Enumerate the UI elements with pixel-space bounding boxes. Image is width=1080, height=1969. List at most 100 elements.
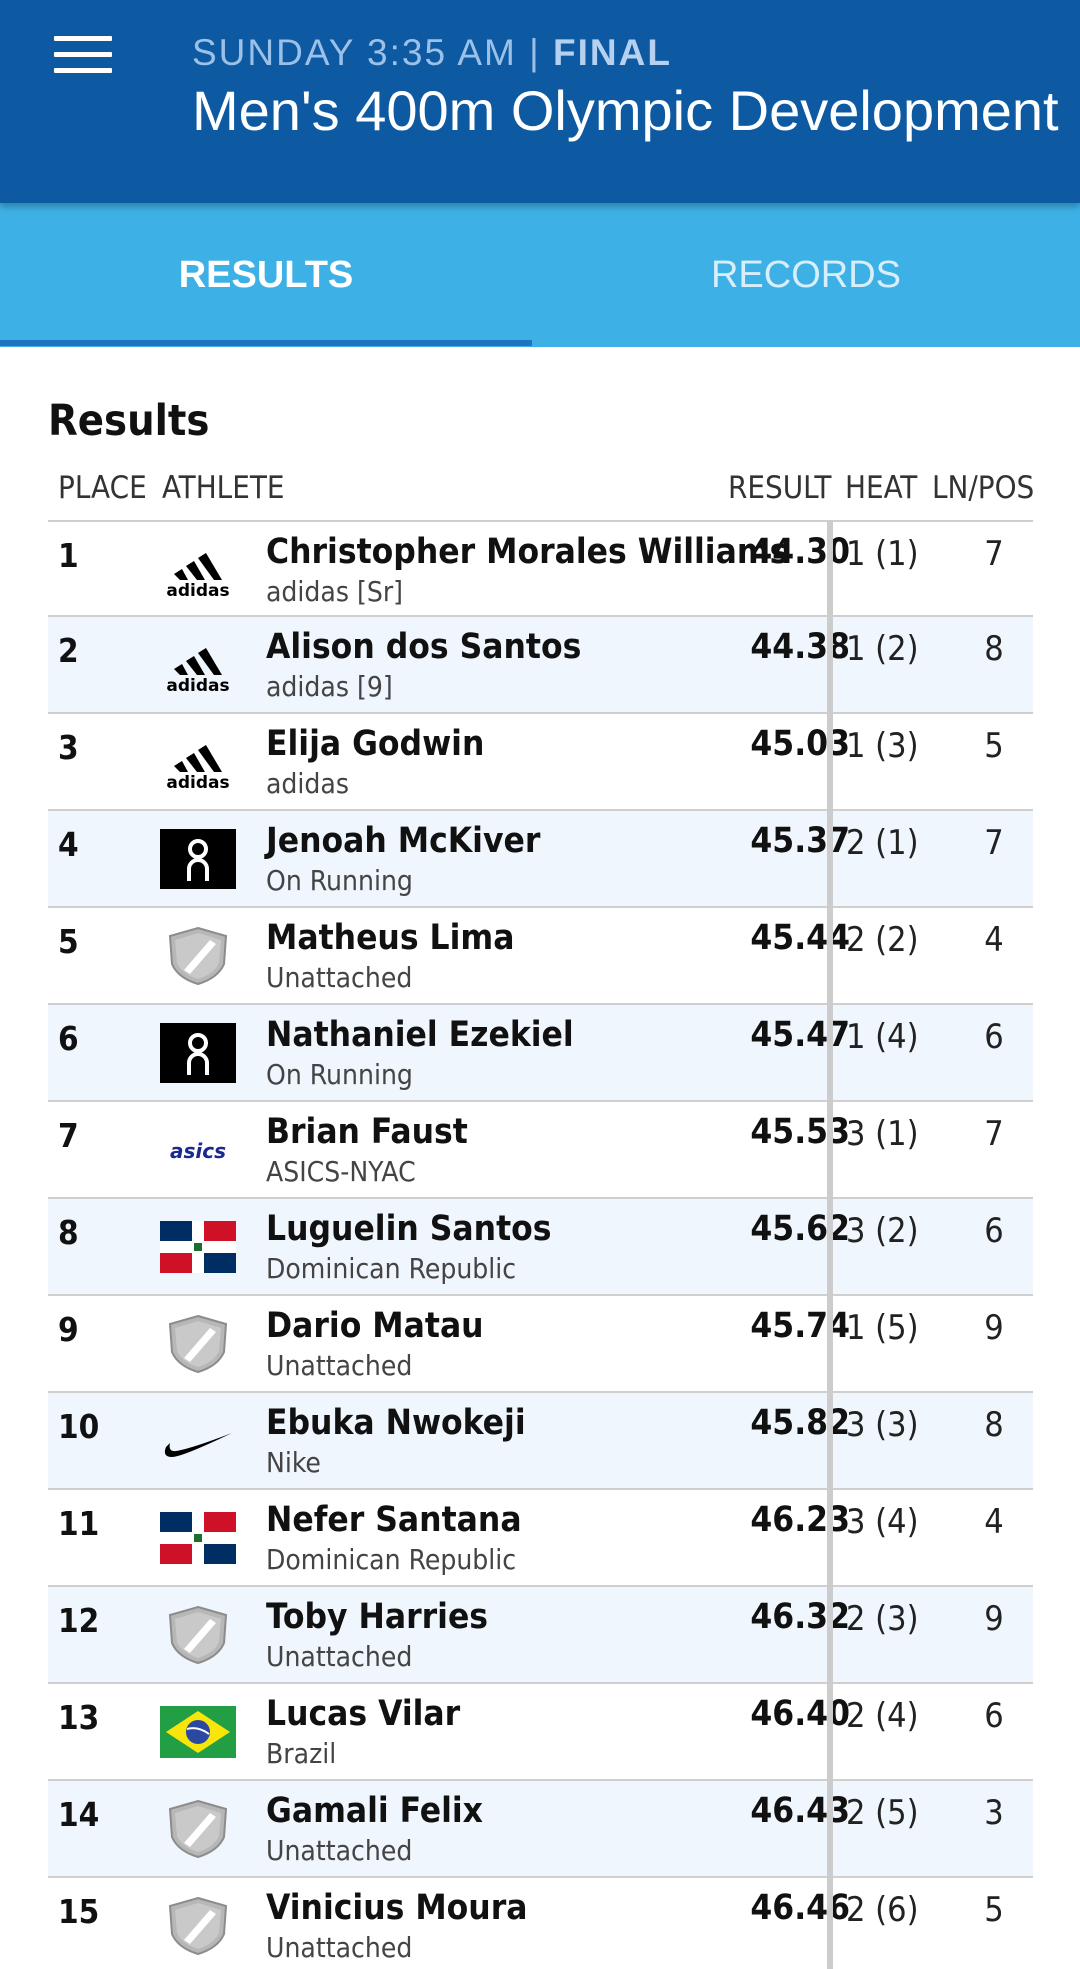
table-row[interactable]: 4 Jenoah McKiver On Running 45.37 2 (1) 7 bbox=[48, 811, 1033, 908]
svg-text:adidas: adidas bbox=[166, 581, 229, 600]
athlete-team: ASICS-NYAC bbox=[266, 1155, 416, 1188]
heat-cell: 3 (3) bbox=[846, 1405, 919, 1445]
table-row[interactable]: 12 Toby Harries Unattached 46.32 2 (3) 9 bbox=[48, 1587, 1033, 1684]
table-row[interactable]: 14 Gamali Felix Unattached 46.43 2 (5) 3 bbox=[48, 1781, 1033, 1878]
athlete-name[interactable]: Nefer Santana bbox=[266, 1500, 522, 1540]
athlete-name[interactable]: Christopher Morales Williams bbox=[266, 532, 788, 572]
lnpos-cell: 4 bbox=[984, 920, 1004, 960]
adidas-logo-icon: adidas bbox=[160, 540, 236, 600]
tab-results[interactable]: RESULTS bbox=[0, 203, 532, 347]
unattached-shield-icon bbox=[160, 1799, 236, 1859]
heat-cell: 2 (2) bbox=[846, 920, 919, 960]
lnpos-cell: 9 bbox=[984, 1308, 1004, 1348]
event-status: FINAL bbox=[553, 32, 672, 73]
athlete-team: adidas bbox=[266, 767, 349, 800]
heat-cell: 2 (5) bbox=[846, 1793, 919, 1833]
athlete-team: Unattached bbox=[266, 1349, 413, 1382]
athlete-name[interactable]: Jenoah McKiver bbox=[266, 821, 540, 861]
tab-records[interactable]: RECORDS bbox=[540, 203, 1072, 347]
athlete-name[interactable]: Luguelin Santos bbox=[266, 1209, 552, 1249]
lnpos-cell: 5 bbox=[984, 1890, 1004, 1930]
heat-cell: 3 (1) bbox=[846, 1114, 919, 1154]
column-header-heat: HEAT bbox=[845, 470, 918, 506]
athlete-name[interactable]: Matheus Lima bbox=[266, 918, 514, 958]
athlete-name[interactable]: Brian Faust bbox=[266, 1112, 468, 1152]
athlete-team: Unattached bbox=[266, 1931, 413, 1964]
athlete-name[interactable]: Alison dos Santos bbox=[266, 627, 581, 667]
table-row[interactable]: 13 Lucas Vilar Brazil 46.40 2 (4) 6 bbox=[48, 1684, 1033, 1781]
table-row[interactable]: 3 adidas Elija Godwin adidas 45.03 1 (3) 5 bbox=[48, 714, 1033, 811]
place-cell: 6 bbox=[58, 1019, 79, 1058]
heat-cell: 1 (3) bbox=[846, 726, 919, 766]
heat-cell: 1 (1) bbox=[846, 534, 919, 574]
table-row[interactable]: 11 Nefer Santana Dominican Republic 46.23 3 … bbox=[48, 1490, 1033, 1587]
athlete-name[interactable]: Elija Godwin bbox=[266, 724, 484, 764]
lnpos-cell: 4 bbox=[984, 1502, 1004, 1542]
lnpos-cell: 8 bbox=[984, 1405, 1004, 1445]
place-cell: 5 bbox=[58, 922, 79, 961]
on-running-logo-icon bbox=[160, 829, 236, 889]
athlete-name[interactable]: Ebuka Nwokeji bbox=[266, 1403, 526, 1443]
app-header: SUNDAY 3:35 AM | FINAL Men's 400m Olympi… bbox=[0, 0, 1080, 203]
table-row[interactable]: 8 Luguelin Santos Dominican Republic 45.62 3… bbox=[48, 1199, 1033, 1296]
column-header-result: RESULT bbox=[728, 470, 832, 506]
table-row[interactable]: 9 Dario Matau Unattached 45.74 1 (5) 9 bbox=[48, 1296, 1033, 1393]
lnpos-cell: 6 bbox=[984, 1017, 1004, 1057]
athlete-name[interactable]: Vinicius Moura bbox=[266, 1888, 528, 1928]
place-cell: 2 bbox=[58, 631, 79, 670]
athlete-name[interactable]: Dario Matau bbox=[266, 1306, 484, 1346]
lnpos-cell: 9 bbox=[984, 1599, 1004, 1639]
athlete-team: Unattached bbox=[266, 1640, 413, 1673]
column-header-athlete: ATHLETE bbox=[162, 470, 285, 506]
athlete-name[interactable]: Nathaniel Ezekiel bbox=[266, 1015, 574, 1055]
place-cell: 12 bbox=[58, 1601, 100, 1640]
athlete-team: Dominican Republic bbox=[266, 1543, 517, 1576]
unattached-shield-icon bbox=[160, 926, 236, 986]
dominican-flag-icon bbox=[160, 1217, 236, 1277]
heat-cell: 1 (2) bbox=[846, 629, 919, 669]
heat-cell: 3 (4) bbox=[846, 1502, 919, 1542]
table-row[interactable]: 10 Ebuka Nwokeji Nike 45.82 3 (3) 8 bbox=[48, 1393, 1033, 1490]
section-title: Results bbox=[48, 396, 210, 446]
place-cell: 15 bbox=[58, 1892, 100, 1931]
table-row[interactable]: 5 Matheus Lima Unattached 45.44 2 (2) 4 bbox=[48, 908, 1033, 1005]
lnpos-cell: 5 bbox=[984, 726, 1004, 766]
unattached-shield-icon bbox=[160, 1314, 236, 1374]
place-cell: 13 bbox=[58, 1698, 100, 1737]
athlete-name[interactable]: Toby Harries bbox=[266, 1597, 488, 1637]
event-status-line: SUNDAY 3:35 AM | FINAL bbox=[192, 32, 672, 74]
column-header-lnpos: LN/POS bbox=[932, 470, 1035, 506]
adidas-logo-icon: adidas bbox=[160, 635, 236, 695]
place-cell: 9 bbox=[58, 1310, 79, 1349]
athlete-team: On Running bbox=[266, 864, 413, 897]
svg-text:adidas: adidas bbox=[166, 773, 229, 792]
heat-cell: 2 (1) bbox=[846, 823, 919, 863]
athlete-team: Unattached bbox=[266, 1834, 413, 1867]
table-row[interactable]: 2 adidas Alison dos Santos adidas [9] 44.38 1… bbox=[48, 617, 1033, 714]
table-row[interactable]: 7 asics Brian Faust ASICS-NYAC 45.53 3 (1) 7 bbox=[48, 1102, 1033, 1199]
athlete-team: Unattached bbox=[266, 961, 413, 994]
unattached-shield-icon bbox=[160, 1896, 236, 1956]
brazil-flag-icon bbox=[160, 1702, 236, 1762]
lnpos-cell: 7 bbox=[984, 534, 1004, 574]
athlete-team: Dominican Republic bbox=[266, 1252, 517, 1285]
hamburger-menu-icon[interactable] bbox=[54, 34, 112, 78]
event-day-time: SUNDAY 3:35 AM bbox=[192, 32, 517, 73]
table-row[interactable]: 1 adidas Christopher Morales Williams adida… bbox=[48, 520, 1033, 617]
place-cell: 1 bbox=[58, 536, 79, 575]
table-row[interactable]: 15 Vinicius Moura Unattached 46.46 2 (6) 5 bbox=[48, 1878, 1033, 1969]
heat-cell: 1 (4) bbox=[846, 1017, 919, 1057]
athlete-team: adidas [Sr] bbox=[266, 575, 403, 608]
column-divider bbox=[827, 520, 833, 1969]
lnpos-cell: 6 bbox=[984, 1696, 1004, 1736]
athlete-name[interactable]: Gamali Felix bbox=[266, 1791, 483, 1831]
athlete-team: adidas [9] bbox=[266, 670, 393, 703]
table-row[interactable]: 6 Nathaniel Ezekiel On Running 45.47 1 (4) 6 bbox=[48, 1005, 1033, 1102]
status-separator: | bbox=[516, 32, 553, 73]
athlete-team: Brazil bbox=[266, 1737, 337, 1770]
on-running-logo-icon bbox=[160, 1023, 236, 1083]
place-cell: 7 bbox=[58, 1116, 79, 1155]
svg-text:adidas: adidas bbox=[166, 676, 229, 695]
lnpos-cell: 3 bbox=[984, 1793, 1004, 1833]
athlete-name[interactable]: Lucas Vilar bbox=[266, 1694, 460, 1734]
